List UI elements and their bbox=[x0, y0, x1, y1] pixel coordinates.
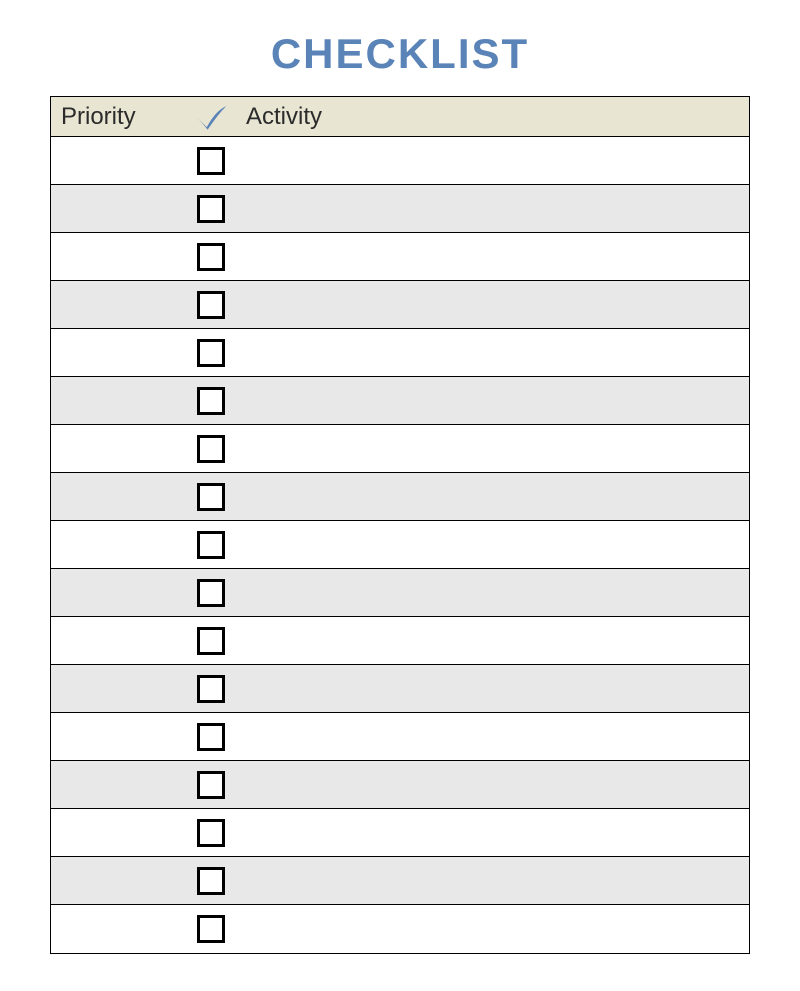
checkmark-icon bbox=[194, 102, 228, 132]
table-row bbox=[51, 233, 749, 281]
activity-cell[interactable] bbox=[236, 665, 749, 712]
priority-cell[interactable] bbox=[51, 713, 186, 760]
checkbox[interactable] bbox=[197, 387, 225, 415]
priority-cell[interactable] bbox=[51, 857, 186, 904]
table-row bbox=[51, 857, 749, 905]
checkbox[interactable] bbox=[197, 243, 225, 271]
checkbox[interactable] bbox=[197, 483, 225, 511]
checkbox[interactable] bbox=[197, 723, 225, 751]
priority-cell[interactable] bbox=[51, 425, 186, 472]
activity-cell[interactable] bbox=[236, 857, 749, 904]
check-cell bbox=[186, 905, 236, 953]
check-cell bbox=[186, 521, 236, 568]
activity-cell[interactable] bbox=[236, 569, 749, 616]
checkbox[interactable] bbox=[197, 867, 225, 895]
activity-cell[interactable] bbox=[236, 281, 749, 328]
activity-cell[interactable] bbox=[236, 137, 749, 184]
header-activity: Activity bbox=[236, 103, 749, 131]
checkbox[interactable] bbox=[197, 435, 225, 463]
activity-cell[interactable] bbox=[236, 809, 749, 856]
priority-cell[interactable] bbox=[51, 617, 186, 664]
activity-cell[interactable] bbox=[236, 521, 749, 568]
activity-cell[interactable] bbox=[236, 761, 749, 808]
priority-cell[interactable] bbox=[51, 473, 186, 520]
checkbox[interactable] bbox=[197, 195, 225, 223]
priority-cell[interactable] bbox=[51, 185, 186, 232]
priority-cell[interactable] bbox=[51, 761, 186, 808]
table-row bbox=[51, 137, 749, 185]
check-cell bbox=[186, 857, 236, 904]
activity-cell[interactable] bbox=[236, 377, 749, 424]
check-cell bbox=[186, 713, 236, 760]
priority-cell[interactable] bbox=[51, 233, 186, 280]
activity-cell[interactable] bbox=[236, 905, 749, 953]
checkbox[interactable] bbox=[197, 771, 225, 799]
page-title: CHECKLIST bbox=[50, 30, 750, 78]
checkbox[interactable] bbox=[197, 675, 225, 703]
table-row bbox=[51, 425, 749, 473]
check-cell bbox=[186, 473, 236, 520]
table-row bbox=[51, 761, 749, 809]
check-cell bbox=[186, 425, 236, 472]
table-row bbox=[51, 617, 749, 665]
checkbox[interactable] bbox=[197, 339, 225, 367]
table-row bbox=[51, 905, 749, 953]
priority-cell[interactable] bbox=[51, 569, 186, 616]
checkbox[interactable] bbox=[197, 579, 225, 607]
header-priority: Priority bbox=[51, 103, 186, 131]
check-cell bbox=[186, 665, 236, 712]
priority-cell[interactable] bbox=[51, 521, 186, 568]
check-cell bbox=[186, 569, 236, 616]
priority-cell[interactable] bbox=[51, 281, 186, 328]
activity-cell[interactable] bbox=[236, 473, 749, 520]
checkbox[interactable] bbox=[197, 819, 225, 847]
table-row bbox=[51, 809, 749, 857]
priority-cell[interactable] bbox=[51, 329, 186, 376]
checkbox[interactable] bbox=[197, 915, 225, 943]
check-cell bbox=[186, 377, 236, 424]
table-row bbox=[51, 521, 749, 569]
activity-cell[interactable] bbox=[236, 713, 749, 760]
header-check bbox=[186, 102, 236, 132]
activity-cell[interactable] bbox=[236, 617, 749, 664]
check-cell bbox=[186, 137, 236, 184]
check-cell bbox=[186, 617, 236, 664]
checkbox[interactable] bbox=[197, 147, 225, 175]
priority-cell[interactable] bbox=[51, 905, 186, 953]
priority-cell[interactable] bbox=[51, 137, 186, 184]
checklist-table: Priority Activity bbox=[50, 96, 750, 954]
checkbox[interactable] bbox=[197, 627, 225, 655]
table-row bbox=[51, 473, 749, 521]
table-row bbox=[51, 281, 749, 329]
activity-cell[interactable] bbox=[236, 425, 749, 472]
priority-cell[interactable] bbox=[51, 809, 186, 856]
check-cell bbox=[186, 233, 236, 280]
check-cell bbox=[186, 281, 236, 328]
check-cell bbox=[186, 185, 236, 232]
table-row bbox=[51, 569, 749, 617]
activity-cell[interactable] bbox=[236, 185, 749, 232]
table-header: Priority Activity bbox=[51, 97, 749, 137]
activity-cell[interactable] bbox=[236, 233, 749, 280]
activity-cell[interactable] bbox=[236, 329, 749, 376]
table-row bbox=[51, 377, 749, 425]
priority-cell[interactable] bbox=[51, 665, 186, 712]
table-row bbox=[51, 665, 749, 713]
check-cell bbox=[186, 761, 236, 808]
check-cell bbox=[186, 329, 236, 376]
table-row bbox=[51, 185, 749, 233]
priority-cell[interactable] bbox=[51, 377, 186, 424]
checkbox[interactable] bbox=[197, 291, 225, 319]
table-row bbox=[51, 329, 749, 377]
checkbox[interactable] bbox=[197, 531, 225, 559]
check-cell bbox=[186, 809, 236, 856]
table-row bbox=[51, 713, 749, 761]
